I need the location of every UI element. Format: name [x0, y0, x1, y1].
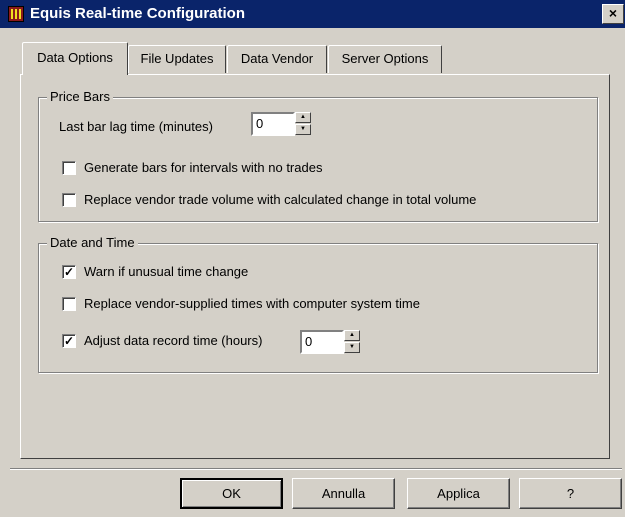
date-time-title: Date and Time — [47, 235, 138, 250]
replace-volume-label: Replace vendor trade volume with calcula… — [84, 192, 477, 207]
ok-button[interactable]: OK — [180, 478, 283, 509]
lag-time-label: Last bar lag time (minutes) — [59, 119, 213, 134]
window-title: Equis Real-time Configuration — [30, 5, 246, 22]
warn-unusual-checkbox[interactable]: ✓ — [62, 265, 76, 279]
tab-label: File Updates — [140, 51, 214, 66]
close-icon[interactable]: × — [602, 4, 624, 24]
lag-time-value: 0 — [256, 116, 264, 131]
lag-time-down-button[interactable]: ▼ — [295, 124, 311, 135]
button-separator — [10, 468, 622, 470]
adjust-time-checkbox[interactable]: ✓ — [62, 334, 76, 348]
replace-times-label: Replace vendor-supplied times with compu… — [84, 296, 420, 311]
help-button[interactable]: ? — [519, 478, 622, 509]
apply-button[interactable]: Applica — [407, 478, 510, 509]
dialog-window: Equis Real-time Configuration × Data Opt… — [0, 0, 626, 517]
tab-label: Data Options — [37, 50, 113, 65]
cancel-button[interactable]: Annulla — [292, 478, 395, 509]
generate-bars-checkbox[interactable] — [62, 161, 76, 175]
replace-times-checkbox[interactable] — [62, 297, 76, 311]
title-bar[interactable]: Equis Real-time Configuration × — [0, 0, 625, 28]
adjust-time-label: Adjust data record time (hours) — [84, 333, 263, 348]
generate-bars-label: Generate bars for intervals with no trad… — [84, 160, 323, 175]
app-icon — [8, 6, 24, 22]
adjust-time-down-button[interactable]: ▼ — [344, 342, 360, 353]
lag-time-input[interactable]: 0 — [251, 112, 295, 136]
tab-label: Server Options — [341, 51, 429, 66]
tab-data-options[interactable]: Data Options — [22, 42, 128, 75]
adjust-time-input[interactable]: 0 — [300, 330, 344, 354]
adjust-time-value: 0 — [305, 334, 313, 349]
tab-server-options[interactable]: Server Options — [328, 45, 442, 73]
replace-volume-checkbox[interactable] — [62, 193, 76, 207]
adjust-time-up-button[interactable]: ▲ — [344, 330, 360, 341]
lag-time-up-button[interactable]: ▲ — [295, 112, 311, 123]
price-bars-title: Price Bars — [47, 89, 113, 104]
tab-file-updates[interactable]: File Updates — [128, 45, 226, 73]
tab-label: Data Vendor — [240, 51, 314, 66]
tab-data-vendor[interactable]: Data Vendor — [227, 45, 327, 73]
warn-unusual-label: Warn if unusual time change — [84, 264, 249, 279]
